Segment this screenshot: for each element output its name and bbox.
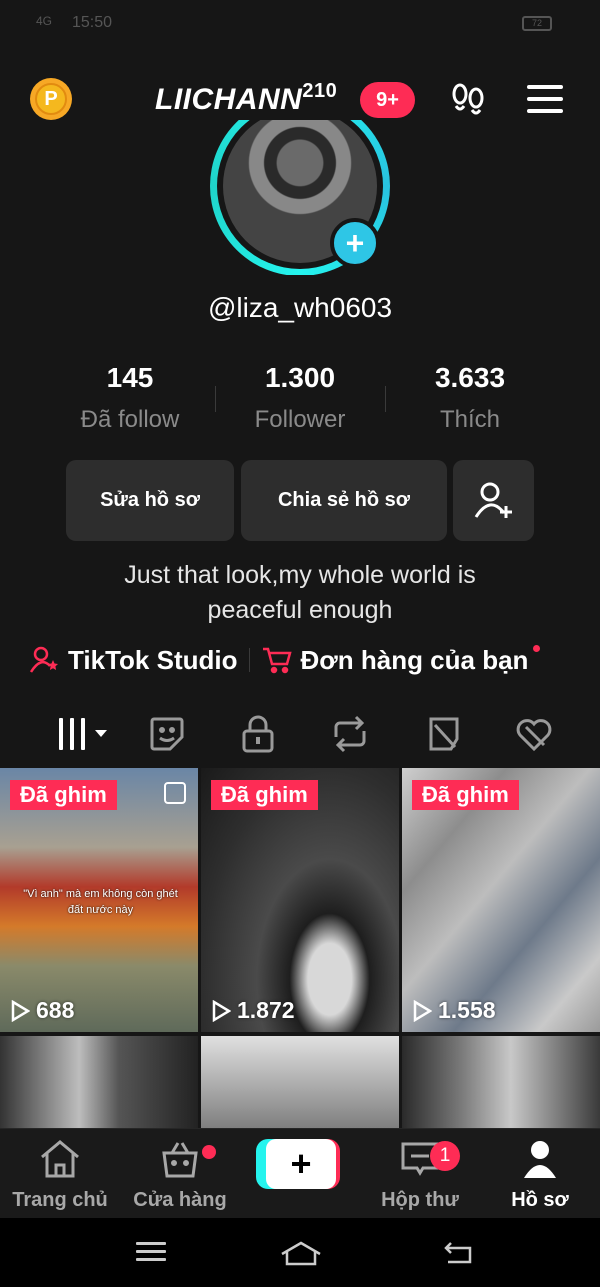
profile-bio: Just that look,my whole world is peacefu…: [0, 558, 600, 628]
video-grid: Đã ghim "Vì anh" mà em không còn ghét đấ…: [0, 768, 600, 1128]
bio-line: Just that look,my whole world is: [124, 561, 476, 589]
orders-link[interactable]: Đơn hàng của bạn: [262, 644, 544, 676]
recent-apps-icon[interactable]: [136, 1240, 166, 1269]
home-icon: [41, 1140, 79, 1178]
status-bar: 4G 15:50 72: [0, 0, 600, 48]
username-superscript: 210: [302, 80, 338, 102]
edit-profile-button[interactable]: Sửa hồ sơ: [66, 460, 234, 541]
shop-notification-dot: [202, 1145, 216, 1159]
view-count: 1.558: [412, 997, 496, 1024]
nav-inbox[interactable]: 1 Hộp thư: [360, 1139, 480, 1212]
tab-private[interactable]: [228, 706, 288, 762]
nav-shop[interactable]: Cửa hàng: [120, 1139, 240, 1212]
nav-label: Trang chủ: [12, 1189, 108, 1211]
signal-indicator: 4G: [36, 14, 53, 28]
tab-stickers[interactable]: [137, 706, 197, 762]
play-icon: [11, 999, 30, 1022]
videos-grid-icon: [59, 718, 107, 750]
stat-value: 145: [106, 362, 154, 393]
shopping-bag-icon: [162, 1142, 198, 1178]
profile-tabs: [0, 706, 600, 771]
nav-label: Cửa hàng: [133, 1189, 227, 1211]
profile-stats: 145 Đã follow 1.300 Follower 3.633 Thích: [45, 362, 555, 442]
notification-badge[interactable]: 9+: [360, 82, 415, 118]
video-thumbnail[interactable]: Đã ghim 1.558: [402, 768, 600, 1032]
add-story-button[interactable]: +: [330, 218, 380, 268]
status-time: 15:50: [72, 14, 113, 31]
coin-button[interactable]: P: [30, 78, 72, 120]
profile-links: TikTok Studio Đơn hàng của bạn: [30, 640, 570, 680]
pinned-badge: Đã ghim: [10, 780, 117, 810]
footprints-icon[interactable]: [448, 80, 488, 125]
video-thumbnail[interactable]: Đã ghim 1.872: [201, 768, 399, 1032]
tiktok-studio-link[interactable]: TikTok Studio: [30, 645, 237, 676]
stat-followers[interactable]: 1.300 Follower: [215, 362, 385, 442]
liked-icon: [516, 719, 552, 752]
tab-reposts[interactable]: [320, 706, 380, 762]
pinned-badge: Đã ghim: [211, 780, 318, 810]
studio-label: TikTok Studio: [68, 644, 238, 675]
stat-likes[interactable]: 3.633 Thích: [385, 362, 555, 442]
favorites-icon: [429, 717, 459, 751]
coin-icon: P: [35, 83, 67, 115]
bottom-navigation: Trang chủ Cửa hàng + 1 Hộp thư Hồ sơ: [0, 1128, 600, 1218]
view-count: 688: [10, 997, 74, 1024]
orders-label: Đơn hàng của bạn: [300, 644, 529, 675]
nav-label: Hồ sơ: [511, 1189, 569, 1211]
video-thumbnail[interactable]: [0, 1036, 198, 1128]
nav-label: Hộp thư: [381, 1189, 459, 1211]
video-caption-overlay: "Vì anh" mà em không còn ghét đất nước n…: [23, 888, 178, 916]
stat-label: Thích: [439, 406, 501, 433]
create-button[interactable]: +: [256, 1139, 340, 1189]
video-thumbnail[interactable]: Đã ghim "Vì anh" mà em không còn ghét đấ…: [0, 768, 198, 1032]
tab-favorites[interactable]: [414, 706, 474, 762]
tab-videos[interactable]: [52, 706, 112, 762]
sticker-icon: [150, 717, 184, 751]
stat-label: Đã follow: [80, 406, 180, 433]
system-navigation-bar: [0, 1218, 600, 1287]
share-profile-button[interactable]: Chia sẻ hồ sơ: [241, 460, 447, 541]
home-key-icon[interactable]: [280, 1240, 322, 1271]
inbox-count-badge: 1: [430, 1141, 460, 1171]
pinned-badge: Đã ghim: [412, 780, 519, 810]
stat-following[interactable]: 145 Đã follow: [45, 362, 215, 442]
nav-profile[interactable]: Hồ sơ: [480, 1139, 600, 1212]
nav-home[interactable]: Trang chủ: [0, 1139, 120, 1212]
select-checkbox[interactable]: [164, 782, 186, 804]
play-icon: [413, 999, 432, 1022]
video-thumbnail[interactable]: [402, 1036, 600, 1128]
stat-value: 3.633: [434, 362, 506, 393]
add-user-icon: [474, 482, 512, 518]
menu-icon[interactable]: [527, 84, 563, 119]
profile-handle: @liza_wh0603: [207, 292, 393, 323]
cart-icon: [263, 647, 293, 674]
video-thumbnail[interactable]: [201, 1036, 399, 1128]
orders-notification-dot: [533, 644, 541, 652]
profile-icon: [524, 1141, 556, 1178]
plus-icon: +: [266, 1139, 336, 1189]
add-friend-button[interactable]: [453, 460, 534, 541]
view-count: 1.872: [211, 997, 295, 1024]
back-key-icon[interactable]: [442, 1240, 474, 1271]
play-icon: [212, 999, 231, 1022]
link-divider: [249, 648, 251, 672]
profile-username[interactable]: LIICHANN210: [155, 80, 337, 117]
stat-label: Follower: [254, 406, 346, 433]
bio-line: peaceful enough: [207, 596, 393, 624]
repost-icon: [334, 715, 366, 753]
battery-indicator: 72: [522, 16, 552, 31]
lock-icon: [242, 715, 274, 753]
studio-person-icon: [30, 646, 58, 673]
tab-liked[interactable]: [504, 706, 564, 762]
stat-value: 1.300: [264, 362, 336, 393]
